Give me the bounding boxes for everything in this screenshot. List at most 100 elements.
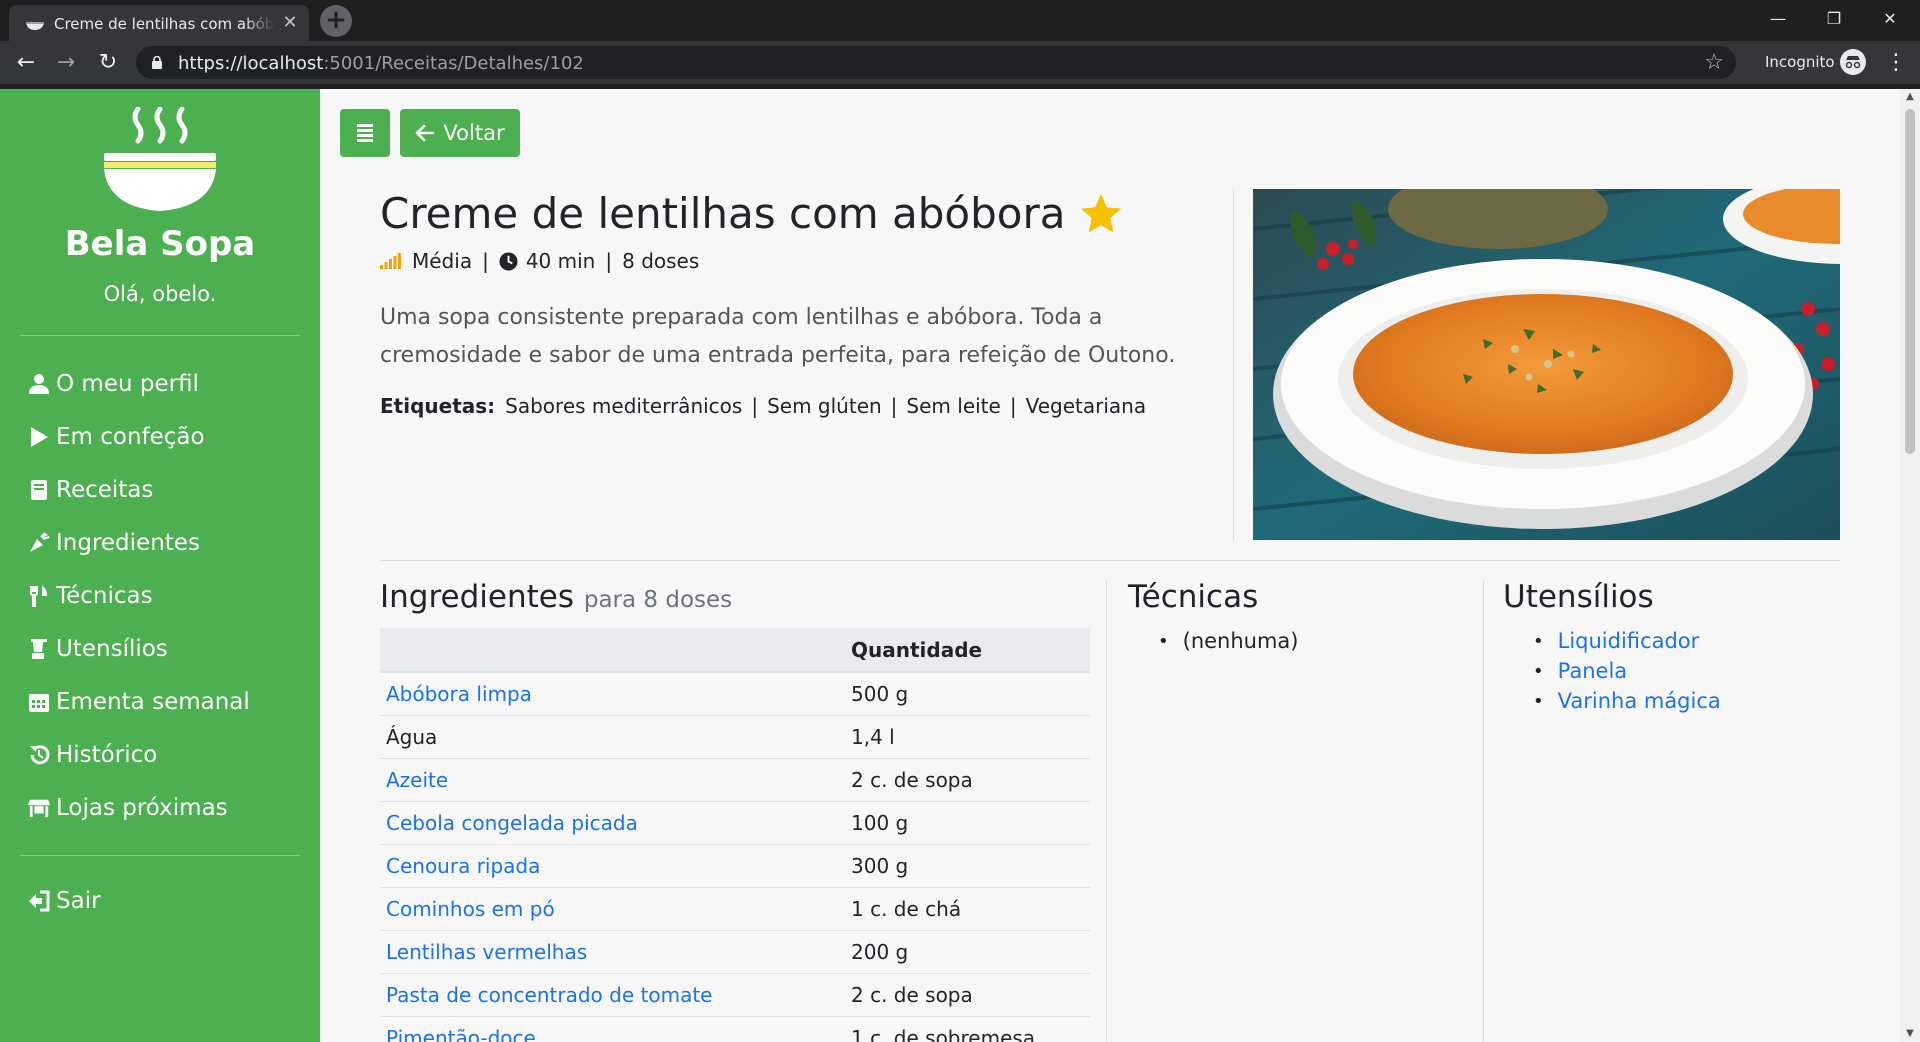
ingredient-quantity: 100 g	[845, 801, 1090, 845]
tag: Vegetariana	[1025, 394, 1147, 418]
ingredient-link[interactable]: Abóbora limpa	[380, 672, 845, 716]
reload-icon[interactable]: ↻	[94, 49, 122, 77]
favorite-star-icon[interactable]	[1078, 191, 1124, 237]
back-button-label: Voltar	[443, 121, 505, 145]
ingredient-link[interactable]: Lentilhas vermelhas	[380, 930, 845, 974]
url-path: :5001/Receitas/Detalhes/102	[323, 53, 584, 74]
minimize-button[interactable]: —	[1750, 0, 1806, 38]
url-host: https://localhost	[178, 53, 324, 74]
close-window-button[interactable]: ✕	[1862, 0, 1918, 38]
sidebar-item-techniques[interactable]: Técnicas	[28, 577, 153, 615]
tab-close-icon[interactable]: ✕	[279, 12, 301, 34]
tag: Sem glúten	[767, 394, 882, 418]
list-item: (nenhuma)	[1158, 626, 1299, 656]
back-arrow-icon[interactable]: ←	[12, 49, 40, 77]
ingredient-quantity: 200 g	[845, 930, 1090, 974]
sidebar-item-history[interactable]: Histórico	[28, 736, 157, 774]
ingredient-quantity: 2 c. de sopa	[845, 758, 1090, 802]
table-header-row: Quantidade	[380, 628, 1090, 673]
ingredients-title: Ingredientes	[380, 579, 574, 615]
tag-separator: |	[890, 394, 898, 418]
sidebar-item-label: Em confeção	[56, 424, 205, 450]
table-row: Azeite 2 c. de sopa	[380, 758, 1090, 802]
sidebar-item-weekly-menu[interactable]: Ementa semanal	[28, 683, 250, 721]
sidebar-item-label: Técnicas	[56, 583, 153, 609]
ingredient-quantity: 500 g	[845, 672, 1090, 716]
restore-button[interactable]: ❐	[1806, 0, 1862, 38]
section-divider	[380, 560, 1840, 561]
table-row: Cenoura ripada 300 g	[380, 844, 1090, 888]
soup-bowl-favicon-icon	[26, 22, 44, 30]
ingredients-table: Quantidade Abóbora limpa 500 g Água 1,4 l Az…	[380, 628, 1090, 1042]
utensil-link[interactable]: Liquidificador	[1533, 626, 1721, 656]
recipe-title: Creme de lentilhas com abóbora	[380, 189, 1066, 238]
ingredient-link[interactable]: Cebola congelada picada	[380, 801, 845, 845]
browser-tab[interactable]: Creme de lentilhas com abóbora ✕	[9, 5, 309, 41]
column-divider	[1483, 580, 1484, 1042]
ingredient-link[interactable]: Pimentão-doce	[380, 1016, 845, 1042]
scroll-up-icon[interactable]: ▲	[1900, 89, 1920, 105]
ingredient-link[interactable]: Cominhos em pó	[380, 887, 845, 931]
difficulty-bars-icon	[380, 253, 401, 269]
sidebar-item-stores[interactable]: Lojas próximas	[28, 789, 228, 827]
meta-separator: |	[482, 249, 489, 273]
table-row: Pimentão-doce 1 c. de sobremesa	[380, 1016, 1090, 1042]
scrollbar-thumb[interactable]	[1905, 109, 1915, 454]
sidebar-item-label: Sair	[56, 888, 101, 914]
ingredients-subtitle: para 8 doses	[583, 587, 733, 613]
bookmark-star-icon[interactable]: ☆	[1704, 50, 1724, 75]
sidebar-item-profile[interactable]: O meu perfil	[28, 365, 199, 403]
main-content: Voltar Creme de lentilhas com abóbora Mé…	[320, 89, 1900, 1042]
ingredient-link[interactable]: Pasta de concentrado de tomate	[380, 973, 845, 1017]
menu-toggle-button[interactable]	[340, 109, 390, 157]
recipe-tags: Etiquetas: Sabores mediterrânicos | Sem glú…	[380, 394, 1146, 418]
browser-tab-strip: Creme de lentilhas com abóbora ✕ + — ❐ ✕	[0, 0, 1920, 41]
sign-out-icon	[29, 890, 50, 912]
browser-menu-icon[interactable]: ⋮	[1885, 49, 1907, 77]
sidebar-item-label: Histórico	[56, 742, 158, 768]
recipe-difficulty: Média	[412, 249, 473, 273]
sidebar-item-utensils[interactable]: Utensílios	[28, 630, 168, 668]
sidebar-divider	[20, 335, 300, 336]
sidebar-item-ingredients[interactable]: Ingredientes	[28, 524, 200, 562]
page-title: Creme de lentilhas com abóbora	[380, 189, 1124, 238]
utensil-link[interactable]: Varinha mágica	[1533, 686, 1721, 716]
column-header-quantity: Quantidade	[845, 628, 1090, 673]
ingredient-quantity: 2 c. de sopa	[845, 973, 1090, 1017]
table-row: Pasta de concentrado de tomate 2 c. de so…	[380, 973, 1090, 1017]
ingredient-quantity: 300 g	[845, 844, 1090, 888]
scroll-down-icon[interactable]: ▼	[1900, 1026, 1920, 1042]
address-bar[interactable]: https://localhost:5001/Receitas/Detalhes…	[136, 46, 1736, 79]
table-row: Lentilhas vermelhas 200 g	[380, 930, 1090, 974]
sidebar-item-cooking[interactable]: Em confeção	[28, 418, 205, 456]
incognito-label: Incognito	[1765, 53, 1835, 71]
back-button[interactable]: Voltar	[400, 109, 520, 157]
header-divider	[1233, 189, 1234, 540]
utensils-icon	[30, 586, 47, 607]
blender-icon	[31, 639, 47, 659]
lock-icon	[152, 56, 162, 69]
calendar-icon	[29, 694, 49, 712]
page-scrollbar[interactable]: ▲ ▼	[1900, 89, 1920, 1042]
techniques-list: (nenhuma)	[1158, 626, 1299, 656]
sidebar-divider	[20, 855, 300, 856]
sidebar-item-recipes[interactable]: Receitas	[28, 471, 153, 509]
tag: Sem leite	[906, 394, 1001, 418]
ingredient-link[interactable]: Azeite	[380, 758, 845, 802]
sidebar-item-logout[interactable]: Sair	[28, 882, 101, 920]
forward-arrow-icon[interactable]: →	[52, 49, 80, 77]
utensil-link[interactable]: Panela	[1533, 656, 1721, 686]
sidebar: Bela Sopa Olá, obelo. O meu perfil Em co…	[0, 89, 320, 1042]
sidebar-item-label: O meu perfil	[56, 371, 199, 397]
column-header-name	[380, 628, 845, 673]
ingredient-link[interactable]: Cenoura ripada	[380, 844, 845, 888]
browser-toolbar: ← → ↻ https://localhost:5001/Receitas/De…	[0, 41, 1920, 84]
new-tab-button[interactable]: +	[320, 5, 352, 37]
ingredients-heading: Ingredientes para 8 doses	[380, 579, 732, 615]
carrot-icon	[30, 532, 50, 552]
arrow-left-icon	[416, 124, 435, 142]
sidebar-item-label: Lojas próximas	[56, 795, 228, 821]
recipe-meta: Média | 40 min | 8 doses	[380, 249, 699, 273]
incognito-icon[interactable]	[1840, 49, 1866, 75]
tag: Sabores mediterrânicos	[505, 394, 743, 418]
